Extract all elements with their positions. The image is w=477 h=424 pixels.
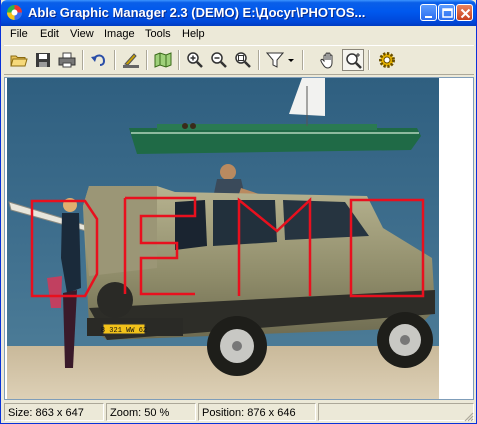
window-title: Able Graphic Manager 2.3 (DEMO) E:\Досуг… [28,5,366,20]
menu-view[interactable]: View [70,28,94,40]
pan-button[interactable] [318,49,340,71]
minimize-icon [425,16,432,18]
scanner-icon [123,53,139,68]
status-size: Size: 863 x 647 [4,403,104,421]
status-position: Position: 876 x 646 [198,403,316,421]
maximize-icon [442,8,453,18]
resize-grip-icon[interactable] [462,410,474,422]
toolbar-separator [178,50,180,70]
zoom-in-button[interactable] [184,49,206,71]
map-button[interactable] [152,49,174,71]
toolbar [4,45,474,75]
zoom-tool-icon [346,53,362,69]
app-logo-icon [7,5,22,20]
settings-gear-icon [379,52,395,68]
zoom-fit-icon [235,52,251,68]
zoom-out-button[interactable] [208,49,230,71]
menu-bar: File Edit View Image Tools Help [4,26,474,44]
print-icon [58,52,76,68]
menu-tools[interactable]: Tools [145,28,171,40]
status-empty-panel [318,403,474,421]
undo-button[interactable] [88,49,110,71]
close-button[interactable] [456,4,473,21]
undo-icon [91,54,106,66]
map-icon [154,52,172,68]
maximize-button[interactable] [438,4,455,21]
toolbar-separator [146,50,148,70]
menu-edit[interactable]: Edit [40,28,59,40]
filter-button[interactable] [264,49,286,71]
toolbar-separator [368,50,370,70]
zoom-tool-button[interactable] [342,49,364,71]
filter-dropdown-button[interactable] [284,49,296,71]
pan-hand-icon [320,52,333,69]
image-viewport[interactable]: 8 321 WW 62 [4,77,474,400]
license-plate-text: 8 321 WW 62 [101,327,147,335]
scan-button[interactable] [120,49,142,71]
minimize-button[interactable] [420,4,437,21]
open-folder-icon [10,55,28,67]
toolbar-separator [114,50,116,70]
filter-funnel-icon [266,52,284,68]
open-button[interactable] [8,49,30,71]
zoom-in-icon [187,52,203,68]
status-zoom: Zoom: 50 % [106,403,196,421]
dropdown-arrow-icon [288,59,294,62]
toolbar-separator [302,50,304,70]
menu-file[interactable]: File [10,28,28,40]
print-button[interactable] [56,49,78,71]
toolbar-separator [258,50,260,70]
settings-button[interactable] [376,49,398,71]
save-button[interactable] [32,49,54,71]
menu-image[interactable]: Image [104,28,135,40]
menu-help[interactable]: Help [182,28,205,40]
app-window: Able Graphic Manager 2.3 (DEMO) E:\Досуг… [0,0,477,424]
close-icon [460,8,471,19]
title-bar[interactable]: Able Graphic Manager 2.3 (DEMO) E:\Досуг… [1,0,476,26]
save-disk-icon [36,53,50,67]
toolbar-separator [82,50,84,70]
photo-image: 8 321 WW 62 [7,78,439,399]
zoom-out-icon [211,52,227,68]
status-bar: Size: 863 x 647 Zoom: 50 % Position: 876… [4,402,474,422]
zoom-fit-button[interactable] [232,49,254,71]
